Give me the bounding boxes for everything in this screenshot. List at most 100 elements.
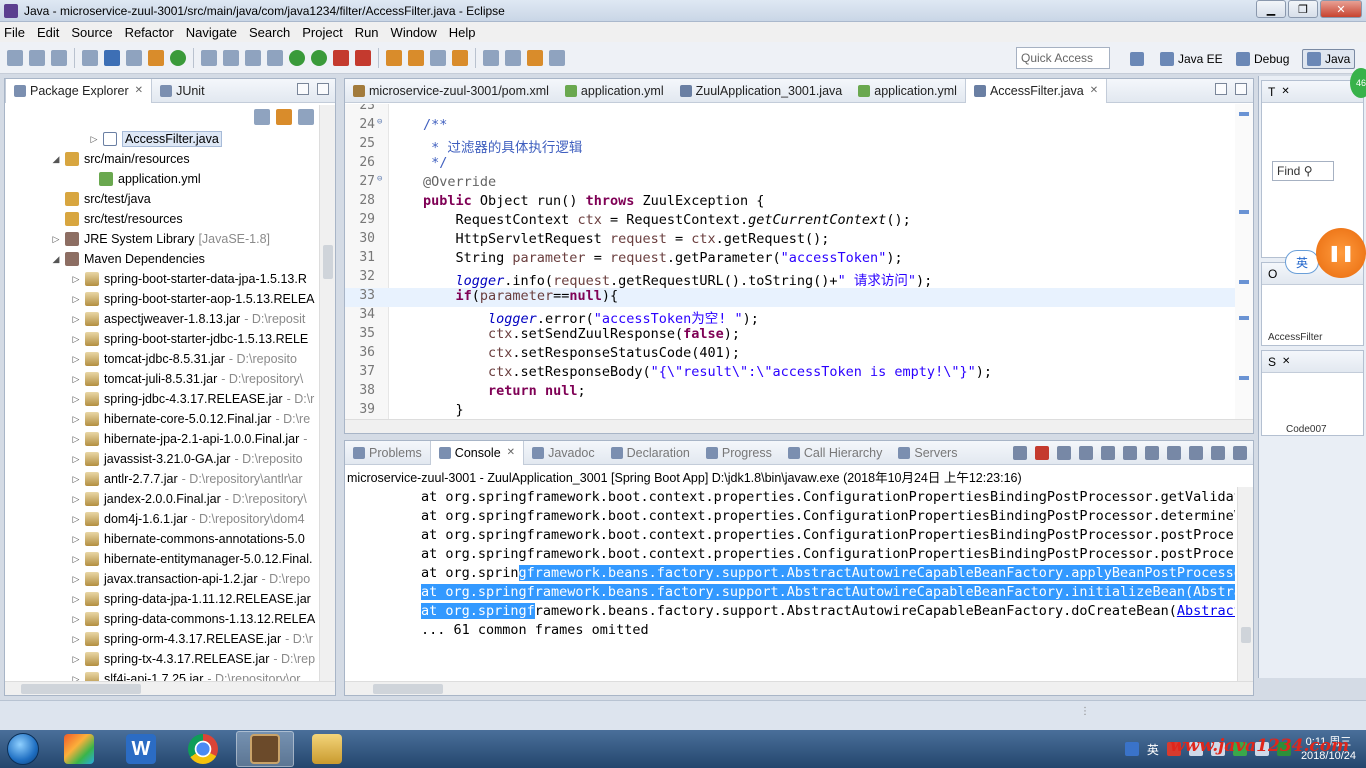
search-icon[interactable] bbox=[430, 49, 446, 66]
ime-icon[interactable] bbox=[1124, 742, 1139, 756]
occurrence-marker[interactable] bbox=[1239, 210, 1249, 214]
code-line[interactable]: 39 } bbox=[345, 402, 1235, 419]
clear-console-icon[interactable] bbox=[1057, 446, 1071, 460]
debug-icon[interactable] bbox=[311, 49, 327, 66]
prev-annotation-icon[interactable] bbox=[505, 49, 521, 66]
tree-node[interactable]: ▷ javassist-3.21.0-GA.jar - D:\reposito bbox=[71, 449, 303, 469]
tab-junit[interactable]: JUnit bbox=[152, 79, 212, 103]
fold-toggle-icon[interactable]: ⊖ bbox=[377, 117, 382, 127]
code-line[interactable]: 36 ctx.setResponseStatusCode(401); bbox=[345, 345, 1235, 364]
expand-arrow-icon[interactable]: ▷ bbox=[71, 554, 81, 565]
minimize-view-icon[interactable] bbox=[1211, 446, 1225, 460]
scroll-thumb[interactable] bbox=[21, 684, 141, 694]
taskbar-app-chrome[interactable] bbox=[174, 731, 232, 767]
tree-node[interactable]: ▷ spring-orm-4.3.17.RELEASE.jar - D:\r bbox=[71, 629, 313, 649]
save-all-icon[interactable] bbox=[51, 49, 67, 66]
tree-node[interactable]: src/test/java bbox=[51, 189, 155, 209]
expand-arrow-icon[interactable]: ▷ bbox=[71, 574, 81, 585]
tree-node[interactable]: ▷ AccessFilter.java bbox=[89, 129, 226, 149]
servers-title[interactable]: S ✕ bbox=[1262, 351, 1363, 373]
remove-launch-icon[interactable] bbox=[1013, 446, 1027, 460]
menu-refactor[interactable]: Refactor bbox=[125, 25, 174, 40]
code-line[interactable]: 28 public Object run() throws ZuulExcepti… bbox=[345, 193, 1235, 212]
start-button[interactable] bbox=[0, 730, 46, 768]
perspective-java[interactable]: Java bbox=[1302, 49, 1356, 69]
print-icon[interactable] bbox=[82, 49, 98, 66]
run-icon[interactable] bbox=[289, 49, 305, 66]
expand-arrow-icon[interactable]: ▷ bbox=[71, 374, 81, 385]
expand-arrow-icon[interactable]: ▷ bbox=[71, 614, 81, 625]
occurrence-marker[interactable] bbox=[1239, 376, 1249, 380]
code-line[interactable]: 26 */ bbox=[345, 155, 1235, 174]
menu-project[interactable]: Project bbox=[302, 25, 342, 40]
code-line[interactable]: 37 ctx.setResponseBody("{\"result\":\"ac… bbox=[345, 364, 1235, 383]
scroll-thumb[interactable] bbox=[1241, 627, 1251, 643]
perspective-java-ee[interactable]: Java EE bbox=[1160, 49, 1223, 69]
pin-console-icon[interactable] bbox=[1145, 446, 1159, 460]
editor-horizontal-scrollbar[interactable] bbox=[345, 419, 1253, 433]
tree-node[interactable]: ▷ jandex-2.0.0.Final.jar - D:\repository\ bbox=[71, 489, 307, 509]
view-menu-icon[interactable] bbox=[298, 109, 314, 125]
tree-node[interactable]: ▷ spring-boot-starter-jdbc-1.5.13.RELE bbox=[71, 329, 312, 349]
tree-node[interactable]: application.yml bbox=[85, 169, 205, 189]
tab-progress[interactable]: Progress bbox=[698, 441, 780, 465]
expand-arrow-icon[interactable]: ▷ bbox=[71, 334, 81, 345]
expand-arrow-icon[interactable]: ▷ bbox=[71, 294, 81, 305]
tab-javadoc[interactable]: Javadoc bbox=[524, 441, 603, 465]
explorer-horizontal-scrollbar[interactable] bbox=[5, 681, 335, 695]
expand-arrow-icon[interactable]: ▷ bbox=[71, 434, 81, 445]
taskbar-app-explorer[interactable] bbox=[298, 731, 356, 767]
tab-call-hierarchy[interactable]: Call Hierarchy bbox=[780, 441, 891, 465]
find-input[interactable]: Find ⚲ bbox=[1272, 161, 1334, 181]
code-line[interactable]: 34 logger.error("accessToken为空! "); bbox=[345, 307, 1235, 327]
save-icon[interactable] bbox=[29, 49, 45, 66]
tree-node[interactable]: ▷ hibernate-core-5.0.12.Final.jar - D:\re bbox=[71, 409, 310, 429]
code-editor[interactable]: 23 24 ⊖/** 25 * 过滤器的具体执行逻辑 26 */27 ⊖ @Override… bbox=[345, 104, 1235, 419]
explorer-vertical-scrollbar[interactable] bbox=[319, 105, 335, 681]
expand-arrow-icon[interactable]: ▷ bbox=[51, 234, 61, 245]
editor-tab[interactable]: AccessFilter.java ✕ bbox=[964, 78, 1108, 103]
code-line[interactable]: 23 bbox=[345, 104, 1235, 117]
tree-node[interactable]: ▷ aspectjweaver-1.8.13.jar - D:\reposit bbox=[71, 309, 305, 329]
code-line[interactable]: 33 if(parameter==null){ bbox=[345, 288, 1235, 307]
editor-tab[interactable]: application.yml bbox=[850, 79, 965, 103]
code-line[interactable]: 25 * 过滤器的具体执行逻辑 bbox=[345, 136, 1235, 156]
stop-icon[interactable] bbox=[333, 49, 349, 66]
tree-node[interactable]: ◢ Maven Dependencies bbox=[51, 249, 209, 269]
close-tab-icon[interactable]: ✕ bbox=[1282, 356, 1290, 367]
menu-file[interactable]: File bbox=[4, 25, 25, 40]
expand-arrow-icon[interactable]: ▷ bbox=[71, 534, 81, 545]
menu-run[interactable]: Run bbox=[355, 25, 379, 40]
tab-problems[interactable]: Problems bbox=[345, 441, 430, 465]
external-tools-icon[interactable] bbox=[355, 49, 371, 66]
code-line[interactable]: 24 ⊖ /** bbox=[345, 117, 1235, 136]
build-icon[interactable] bbox=[126, 49, 142, 66]
tree-node[interactable]: ▷ spring-tx-4.3.17.RELEASE.jar - D:\rep bbox=[71, 649, 315, 669]
expand-arrow-icon[interactable]: ▷ bbox=[71, 594, 81, 605]
maximize-button[interactable]: ❐ bbox=[1288, 0, 1318, 18]
scroll-lock-icon[interactable] bbox=[1079, 446, 1093, 460]
tray-ime-label[interactable]: 英 bbox=[1147, 741, 1159, 758]
expand-arrow-icon[interactable]: ▷ bbox=[71, 634, 81, 645]
quick-access-input[interactable]: Quick Access bbox=[1016, 47, 1110, 69]
debug-skip-icon[interactable] bbox=[201, 49, 217, 66]
menu-search[interactable]: Search bbox=[249, 25, 290, 40]
open-perspective-button[interactable] bbox=[1130, 49, 1148, 69]
expand-arrow-icon[interactable]: ▷ bbox=[71, 494, 81, 505]
disconnect-icon[interactable] bbox=[267, 49, 283, 66]
word-wrap-icon[interactable] bbox=[1101, 446, 1115, 460]
code-line[interactable]: 32 logger.info(request.getRequestURL().t… bbox=[345, 269, 1235, 289]
new-icon[interactable] bbox=[7, 49, 23, 66]
tree-node[interactable]: ▷ dom4j-1.6.1.jar - D:\repository\dom4 bbox=[71, 509, 305, 529]
tree-node[interactable]: ◢ src/main/resources bbox=[51, 149, 194, 169]
tab-servers[interactable]: Servers bbox=[890, 441, 965, 465]
tab-console[interactable]: Console ✕ bbox=[429, 440, 525, 465]
minimize-view-icon[interactable] bbox=[297, 83, 309, 95]
menu-edit[interactable]: Edit bbox=[37, 25, 59, 40]
open-task-icon[interactable] bbox=[408, 49, 424, 66]
collapse-all-icon[interactable] bbox=[254, 109, 270, 125]
tree-node[interactable]: ▷ spring-data-commons-1.13.12.RELEA bbox=[71, 609, 319, 629]
display-console-icon[interactable] bbox=[1167, 446, 1181, 460]
console-vertical-scrollbar[interactable] bbox=[1237, 487, 1253, 681]
code-line[interactable]: 29 RequestContext ctx = RequestContext.g… bbox=[345, 212, 1235, 231]
